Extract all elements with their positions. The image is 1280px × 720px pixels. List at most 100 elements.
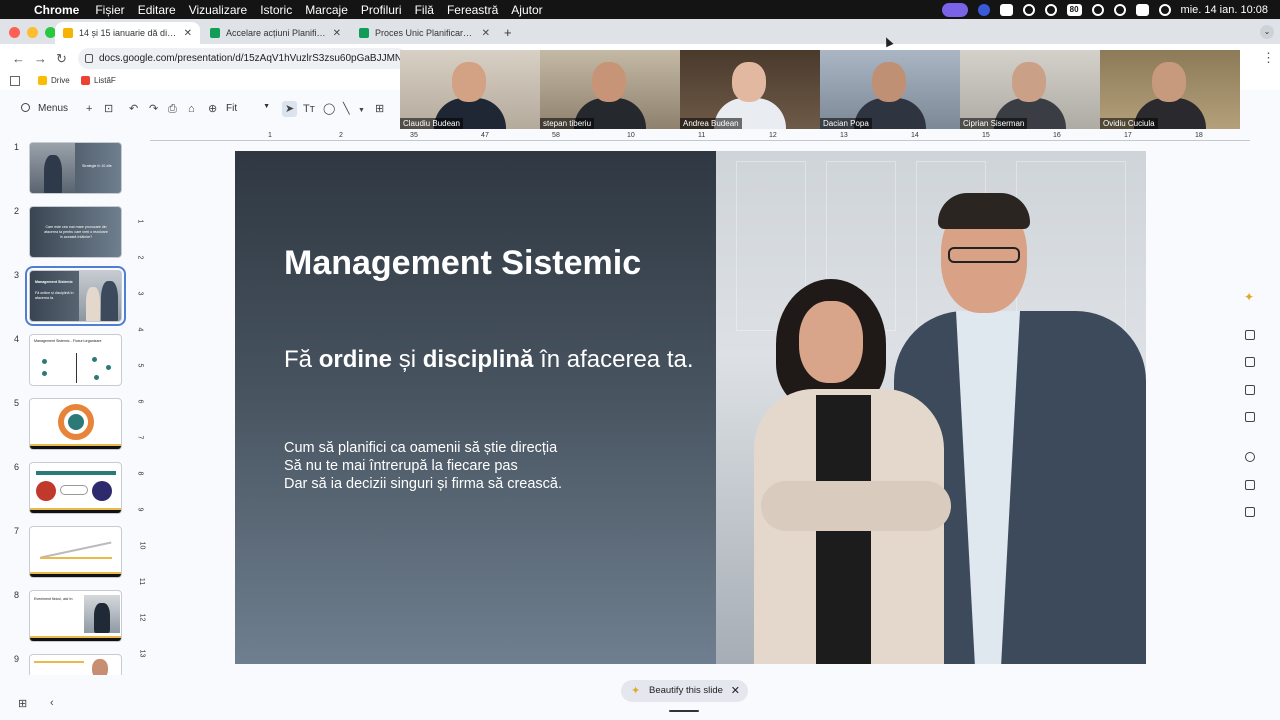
control-center-icon[interactable] <box>1135 3 1149 16</box>
slide-number: 3 <box>14 270 20 280</box>
slide-title[interactable]: Management Sistemic <box>284 244 641 283</box>
keep-icon[interactable] <box>1245 357 1255 367</box>
participant-tile[interactable]: Andrea Budean <box>680 50 820 129</box>
undo-icon[interactable]: ↶ <box>129 102 138 116</box>
slide-thumbnail[interactable] <box>29 526 122 578</box>
siri-icon[interactable] <box>1158 3 1171 16</box>
calendar-icon[interactable] <box>1245 330 1255 340</box>
menu-istoric[interactable]: Istoric <box>260 3 292 17</box>
slide-thumbnail[interactable] <box>29 654 122 675</box>
close-tab-icon[interactable]: ✕ <box>333 28 341 39</box>
collapse-filmstrip-icon[interactable]: ‹ <box>50 697 54 709</box>
clock[interactable]: mie. 14 ian. 10:08 <box>1181 4 1268 16</box>
menu-app-chrome[interactable]: Chrome <box>34 3 79 17</box>
participant-tile[interactable]: Ovidiu Cuciula <box>1100 50 1240 129</box>
tab-accelerare[interactable]: Accelare acțiuni Planificarea ✕ <box>202 22 349 44</box>
slide-thumbnail-row[interactable]: 6 <box>0 450 132 514</box>
slide-thumbnail-row[interactable]: 8 Eveniment fizicul, aici în: <box>0 578 132 642</box>
slide-canvas[interactable]: Management Sistemic Fă ordine și discipl… <box>235 151 1146 664</box>
print-icon[interactable]: ⎙ <box>168 102 177 116</box>
slide-thumbnail[interactable]: Strategie în 10 zile <box>29 142 122 194</box>
back-icon[interactable]: ← <box>12 51 25 66</box>
menu-profiluri[interactable]: Profiluri <box>361 3 402 17</box>
line-dropdown-icon[interactable]: ▼ <box>358 104 365 118</box>
thumbnail-person <box>94 603 110 633</box>
screen-share-icon[interactable] <box>941 2 968 17</box>
comment-icon[interactable]: ⊞ <box>375 102 384 116</box>
close-tab-icon[interactable]: ✕ <box>482 28 490 39</box>
record-icon[interactable] <box>1245 452 1255 462</box>
participant-tile[interactable]: Dacian Popa <box>820 50 960 129</box>
menu-vizualizare[interactable]: Vizualizare <box>189 3 247 17</box>
gemini-icon[interactable]: ✦ <box>1244 290 1254 304</box>
search-icon <box>21 103 30 112</box>
url-input[interactable]: docs.google.com/presentation/d/15zAqV1hV… <box>78 48 408 69</box>
new-tab-button[interactable]: + <box>504 25 512 40</box>
tab-proces-unic[interactable]: Proces Unic Planificare 2026 ✕ <box>351 22 498 44</box>
close-tab-icon[interactable]: ✕ <box>184 28 192 39</box>
slide-thumbnail-row[interactable]: 1 Strategie în 10 zile <box>0 130 132 194</box>
shape-icon[interactable]: ◯ <box>323 102 335 116</box>
slide-thumbnail[interactable] <box>29 462 122 514</box>
zoom-icon[interactable]: ⊕ <box>208 102 217 116</box>
slide-photo[interactable] <box>716 151 1146 664</box>
participant-tile[interactable]: Claudiu Budean <box>400 50 540 129</box>
participant-tile[interactable]: stepan tiberiu <box>540 50 680 129</box>
battery-icon[interactable]: 80 <box>1066 3 1082 16</box>
video-icon[interactable] <box>1245 480 1255 490</box>
slide-thumbnail-row[interactable]: 2 Care este cea mai mare provocare din a… <box>0 194 132 258</box>
menu-fila[interactable]: Filă <box>415 3 434 17</box>
slide-thumbnail-current[interactable]: Management Sistemic Fă ordine și discipl… <box>25 266 126 326</box>
drive-icon[interactable] <box>999 3 1013 16</box>
play-icon[interactable] <box>1022 3 1035 16</box>
share-icon[interactable] <box>1245 507 1255 517</box>
menu-marcaje[interactable]: Marcaje <box>305 3 348 17</box>
grid-view-icon[interactable]: ⊞ <box>18 697 27 710</box>
slide-thumbnail[interactable]: Care este cea mai mare provocare din afa… <box>29 206 122 258</box>
wifi-icon[interactable] <box>1091 3 1104 16</box>
new-slide-dropdown-icon[interactable]: ⊡ <box>104 102 113 116</box>
beautify-slide-button[interactable]: ✦ Beautify this slide ✕ <box>621 680 748 702</box>
select-tool-icon[interactable]: ➤ <box>282 101 298 117</box>
reload-icon[interactable]: ↻ <box>56 51 67 67</box>
folder-icon[interactable] <box>1245 412 1255 422</box>
menus-search-button[interactable]: Menus <box>16 98 76 120</box>
redo-icon[interactable]: ↷ <box>149 102 158 116</box>
slide-subtitle[interactable]: Fă ordine și disciplină în afacerea ta. <box>284 344 704 376</box>
slide-thumbnail[interactable]: Eveniment fizicul, aici în: <box>29 590 122 642</box>
slide-thumbnail[interactable] <box>29 398 122 450</box>
zoom-icon[interactable] <box>977 3 990 16</box>
slide-thumbnail[interactable]: Management Sistemic - Fluxuri organizare <box>29 334 122 386</box>
moon-icon[interactable] <box>1044 3 1057 16</box>
slide-thumbnail-row[interactable]: 3 Management Sistemic Fă ordine și disci… <box>0 258 132 326</box>
search-icon[interactable] <box>1113 3 1126 16</box>
slide-thumbnail-row[interactable]: 9 <box>0 642 132 675</box>
more-menu-icon[interactable]: ⋮ <box>1262 50 1275 66</box>
tab-presentation[interactable]: 14 și 15 ianuarie dă direcție c ✕ <box>55 22 200 44</box>
body-line: Dar să ia decizii singuri și firma să cr… <box>284 476 563 492</box>
line-icon[interactable]: ╲ <box>343 102 350 116</box>
slide-thumbnail-row[interactable]: 4 Management Sistemic - Fluxuri organiza… <box>0 322 132 386</box>
forward-icon[interactable]: → <box>34 51 47 66</box>
participant-tile[interactable]: Ciprian Siserman <box>960 50 1100 129</box>
close-icon[interactable]: ✕ <box>731 680 740 702</box>
new-slide-icon[interactable]: + <box>86 102 92 116</box>
site-info-icon[interactable] <box>85 54 93 63</box>
apps-grid-icon[interactable] <box>10 76 20 86</box>
menu-editare[interactable]: Editare <box>138 3 176 17</box>
tab-search-icon[interactable]: ⌄ <box>1260 25 1274 39</box>
menu-fereastra[interactable]: Fereastră <box>447 3 498 17</box>
text-box-icon[interactable]: Tт <box>303 102 315 116</box>
slide-thumbnail-row[interactable]: 7 <box>0 514 132 578</box>
minimize-window-icon[interactable] <box>27 27 38 38</box>
menu-fisier[interactable]: Fișier <box>95 3 124 17</box>
bookmark-drive[interactable]: Drive <box>38 76 70 85</box>
close-window-icon[interactable] <box>9 27 20 38</box>
slide-body[interactable]: Cum să planifici ca oamenii să știe dire… <box>284 439 704 493</box>
zoom-select[interactable]: Fit ▼ <box>226 103 270 114</box>
paint-format-icon[interactable]: ⌂ <box>188 102 195 116</box>
slide-thumbnail-row[interactable]: 5 <box>0 386 132 450</box>
tasks-icon[interactable] <box>1245 385 1255 395</box>
bookmark-listaf[interactable]: ListăF <box>81 76 116 85</box>
menu-ajutor[interactable]: Ajutor <box>511 3 542 17</box>
